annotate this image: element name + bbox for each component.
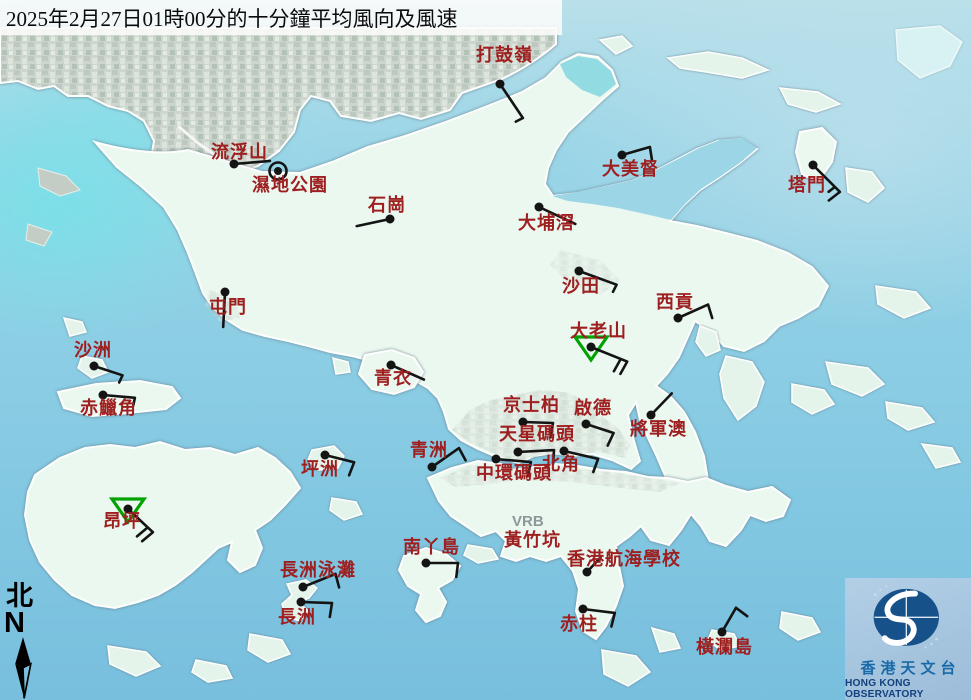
station-marker [387,361,424,380]
station-marker [422,559,459,577]
hko-logo-name-en: HONG KONG OBSERVATORY [845,678,971,700]
wind-barb-icon [678,305,712,318]
wind-barb-icon [564,451,598,472]
station-marker [579,605,615,627]
wind-barb-icon [539,207,575,224]
wind-barb-icon [586,424,614,446]
wind-barb-icon [722,608,747,632]
wind-barb-icon [587,557,601,572]
station-marker [99,391,135,406]
wind-barb-icon [500,84,523,122]
station-marker [297,598,333,617]
wind-barb-icon [234,161,270,164]
wind-barb-icon [223,292,225,327]
wind-stations-svg [0,0,971,700]
hko-logo: 香港天文台 HONG KONG OBSERVATORY [845,578,971,700]
station-marker [582,420,614,446]
hko-logo-name-zh: 香港天文台 [855,657,960,678]
station-dot [274,167,282,175]
wind-barb-icon [579,271,617,292]
wind-barb-icon [523,422,553,437]
north-compass: 北 N [3,583,47,700]
station-marker [647,393,672,419]
station-marker [575,267,617,292]
station-marker [809,161,840,201]
wind-barb-icon [496,459,531,476]
map-title: 2025年2月27日01時00分的十分鐘平均風向及風速 [0,3,458,33]
station-marker [230,160,270,169]
station-marker [221,288,230,328]
wind-barb-icon [583,609,615,627]
hko-logo-icon [845,578,971,655]
north-label-en: N [4,610,47,636]
wind-barb-icon [426,563,458,577]
wind-barb-icon [94,366,123,383]
wind-barb-icon [391,365,424,380]
station-marker [357,215,395,227]
station-marker [496,80,523,122]
wind-barb-icon [651,393,672,415]
station-marker [299,574,340,592]
station-marker [270,163,287,180]
wind-barb-icon [357,219,390,226]
north-label-zh: 北 [6,583,47,610]
station-marker [519,418,554,437]
station-marker [112,499,153,541]
wind-barb-icon [103,395,135,406]
station-marker [674,305,713,323]
title-bar: 2025年2月27日01時00分的十分鐘平均風向及風速 [0,0,562,35]
wind-barb-icon [813,165,840,201]
wind-barb-icon [301,602,332,617]
station-marker [718,608,748,637]
north-arrow-icon [4,636,42,700]
station-marker [492,455,531,476]
station-marker [560,447,599,473]
wind-barb-icon [432,448,466,467]
wind-barb-icon [128,509,153,541]
station-marker [575,337,627,374]
station-marker [583,557,601,576]
station-marker [535,203,576,224]
station-marker [321,451,355,476]
station-marker [90,362,123,383]
station-marker [428,448,466,471]
wind-barb-icon [303,574,339,588]
wind-map-stage: 打鼓嶺流浮山濕地公園石崗大美督塔門大埔滘沙田西貢屯門大老山沙洲青衣赤鱲角京士柏啟… [0,0,971,700]
station-marker [618,147,653,161]
wind-barb-icon [325,455,354,475]
wind-barb-icon [622,147,652,161]
